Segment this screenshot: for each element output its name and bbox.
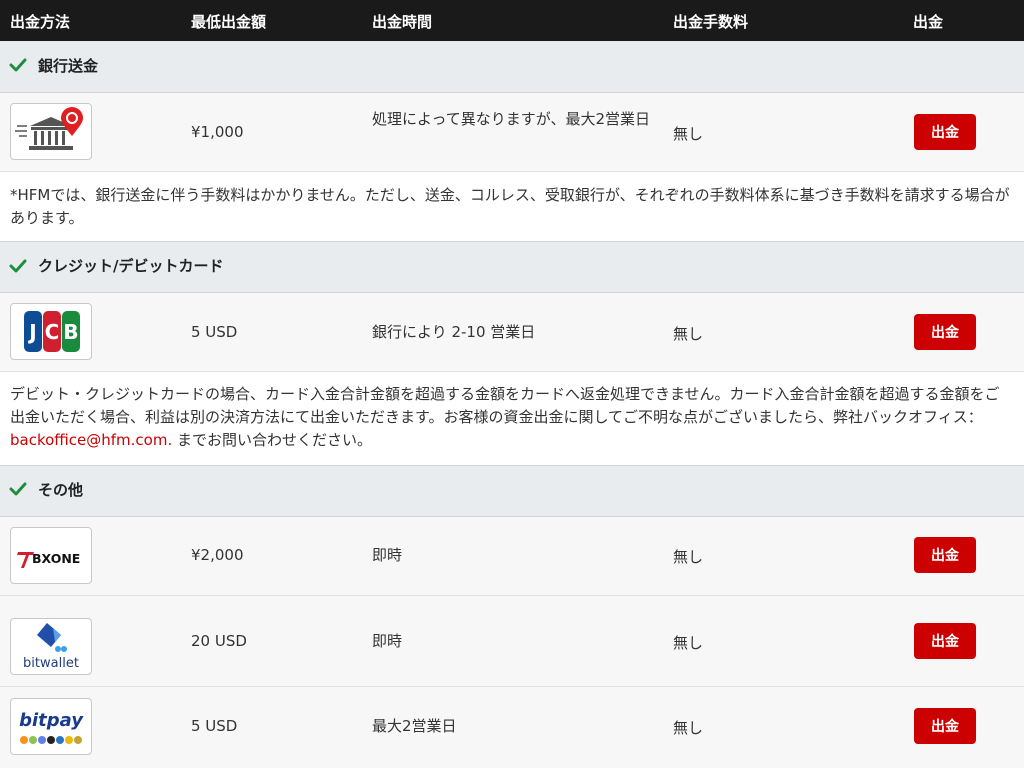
min-amount: 5 USD [191,717,238,735]
bank-pin-icon [15,107,83,150]
section-title: クレジット/デビットカード [38,257,224,275]
svg-text:B: B [63,320,78,344]
table-row: bitpay 5 USD 最大2営業日 無し 出金 [0,687,1024,768]
header-fee: 出金手数料 [673,13,749,31]
section-bank-transfer: 銀行送金 [0,41,1024,93]
processing-time: 最大2営業日 [372,717,457,735]
section-other: その他 [0,465,1024,517]
withdraw-button-bank[interactable]: 出金 [914,114,976,150]
card-note-suffix: までお問い合わせください。 [172,431,373,449]
bank-logo [10,103,92,160]
svg-text:J: J [27,320,36,344]
section-credit-debit-card: クレジット/デビットカード [0,241,1024,293]
check-icon [9,58,27,72]
header-withdraw: 出金 [913,13,944,31]
check-icon [9,482,27,496]
header-method: 出金方法 [10,13,71,31]
bitwallet-logo: bitwallet [10,618,92,675]
bitpay-icon: bitpay [19,710,84,744]
processing-time: 処理によって異なりますが、最大2営業日 [372,110,651,128]
section-title: 銀行送金 [38,57,99,75]
fee-value: 無し [673,719,704,737]
header-time: 出金時間 [372,13,433,31]
fee-value: 無し [673,325,704,343]
bitpay-wordmark: bitpay [19,710,84,731]
bitwallet-icon: bitwallet [23,623,79,671]
min-amount: 20 USD [191,632,247,650]
withdraw-button-bxone[interactable]: 出金 [914,537,976,573]
card-note-text: デビット・クレジットカードの場合、カード入金合計金額を超過する金額をカードへ返金… [10,385,1000,426]
bitpay-logo: bitpay [10,698,92,755]
bxone-wordmark: BXONE [32,551,80,566]
processing-time: 即時 [372,632,403,650]
svg-text:C: C [45,320,60,344]
bxone-logo: BXONE [10,527,92,584]
backoffice-email-link[interactable]: backoffice@hfm.com. [10,431,172,449]
jcb-logo: J C B [10,303,92,360]
processing-time: 即時 [372,546,403,564]
min-amount: ¥2,000 [191,546,244,564]
bitwallet-wordmark: bitwallet [23,656,79,671]
table-header: 出金方法 最低出金額 出金時間 出金手数料 出金 [0,0,1024,41]
withdraw-button-bitwallet[interactable]: 出金 [914,623,976,659]
fee-value: 無し [673,634,704,652]
table-row: bitwallet 20 USD 即時 無し 出金 [0,596,1024,687]
header-minimum: 最低出金額 [191,13,267,31]
table-row: BXONE ¥2,000 即時 無し 出金 [0,517,1024,596]
fee-value: 無し [673,548,704,566]
min-amount: 5 USD [191,323,238,341]
fee-value: 無し [673,125,704,143]
min-amount: ¥1,000 [191,123,244,141]
check-icon [9,259,27,273]
withdraw-button-jcb[interactable]: 出金 [914,314,976,350]
card-refund-note: デビット・クレジットカードの場合、カード入金合計金額を超過する金額をカードへ返金… [10,383,1014,452]
table-row: J C B 5 USD 銀行により 2-10 営業日 無し 出金 [0,293,1024,372]
section-title: その他 [38,481,84,499]
bank-fee-note: *HFMでは、銀行送金に伴う手数料はかかりません。ただし、送金、コルレス、受取銀… [10,186,1010,227]
table-row: ¥1,000 処理によって異なりますが、最大2営業日 無し 出金 [0,93,1024,172]
withdraw-button-bitpay[interactable]: 出金 [914,708,976,744]
processing-time: 銀行により 2-10 営業日 [372,323,536,341]
bxone-icon: BXONE [17,551,80,568]
jcb-icon: J C B [24,311,80,352]
